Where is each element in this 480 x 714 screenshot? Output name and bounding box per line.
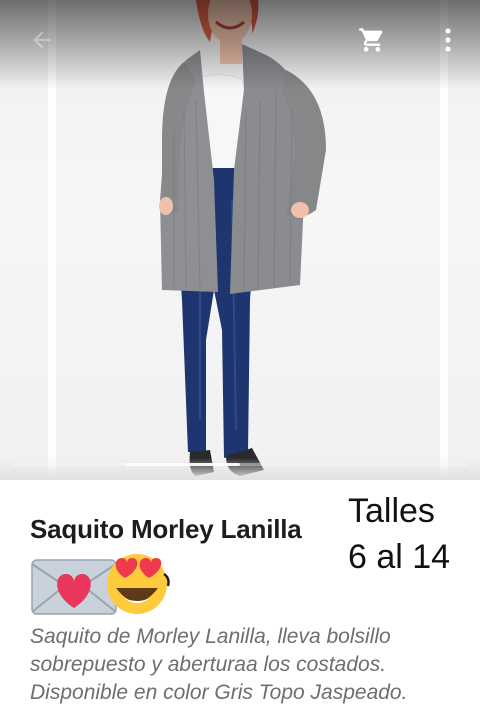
top-scrim [0, 0, 480, 90]
sizes-text: Talles 6 al 14 [348, 488, 478, 580]
emoji-icons [31, 554, 170, 615]
shopping-cart-icon [359, 28, 383, 52]
product-title: Saquito Morley Lanilla [30, 514, 302, 544]
arrow-back-icon [33, 31, 51, 49]
description-line-1: Saquito de Morley Lanilla, lleva bolsill… [30, 625, 391, 648]
sizes-range: 6 al 14 [348, 538, 451, 576]
more-options-button[interactable] [428, 20, 468, 60]
sizes-label: Talles [348, 492, 435, 530]
more-vert-icon [445, 28, 451, 52]
emoji-row [30, 552, 180, 618]
image-pager-current [126, 463, 240, 466]
product-description: Saquito de Morley Lanilla, lleva bolsill… [30, 623, 470, 707]
cart-button[interactable] [352, 20, 392, 60]
love-letter-emoji-icon [31, 559, 117, 615]
back-button[interactable] [22, 20, 62, 60]
description-line-3: Disponible en color Gris Topo Jaspeado. [30, 681, 408, 704]
description-line-2: sobrepuesto y aberturaa los costados. [30, 653, 387, 676]
photo-floor [0, 458, 480, 480]
product-photo[interactable] [0, 0, 480, 480]
heart-eyes-emoji-icon [107, 554, 170, 614]
image-pager [12, 463, 468, 466]
